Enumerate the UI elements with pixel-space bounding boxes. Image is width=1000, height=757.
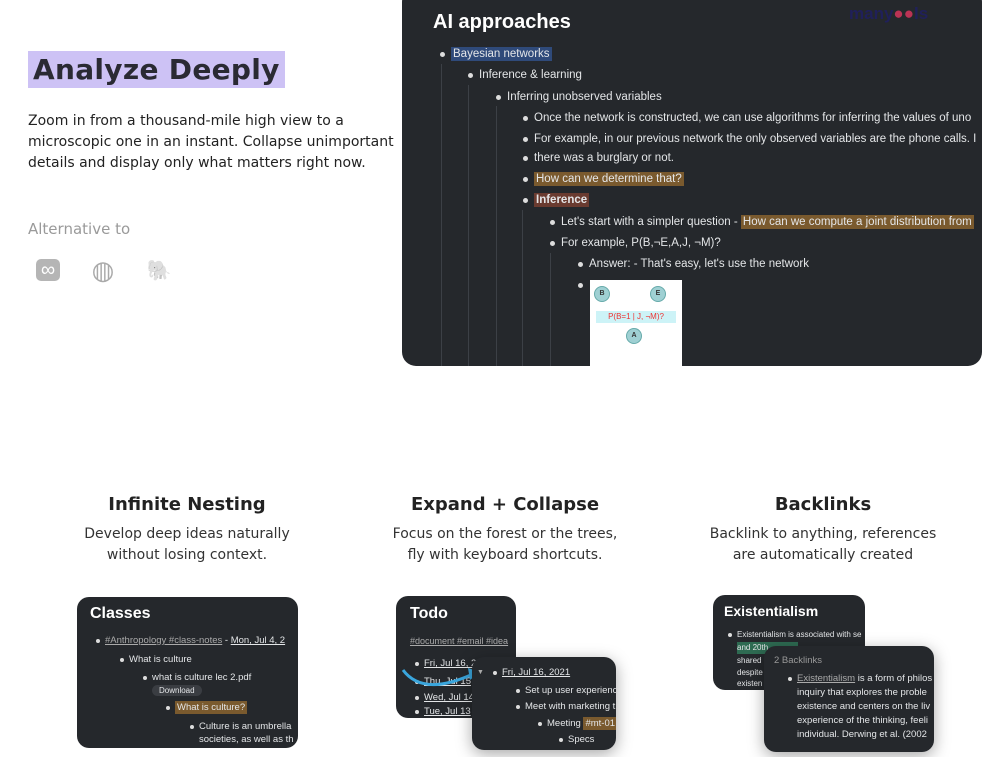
outline-row[interactable]: Inferring unobserved variables [496,90,662,105]
outline-row[interactable]: For example, in our previous network the… [522,132,976,147]
outline-row-continued: there was a burglary or not. [523,152,674,164]
basketball-icon[interactable]: ◍ [90,255,116,285]
list-item[interactable]: What is culture? [165,701,248,714]
list-item[interactable]: Tue, Jul 13 [415,706,471,718]
todo-preview-expanded: ▼ Fri, Jul 16, 2021 Set up user experien… [472,657,616,750]
feature-description: Focus on the forest or the trees, fly wi… [392,526,618,563]
list-item[interactable]: what is culture lec 2.pdf [142,672,251,684]
download-button[interactable]: Download [152,685,202,696]
outline-row[interactable]: How can we determine that? [523,172,684,187]
outline-row[interactable]: For example, P(B,¬E,A,J, ¬M)? [550,236,721,251]
list-item[interactable]: Culture is an umbrella [189,721,291,733]
outline-row[interactable]: Answer: - That's easy, let's use the net… [577,257,809,272]
feature-title: Expand + Collapse [410,494,600,515]
list-item[interactable]: Meet with marketing t [515,701,615,713]
outline-row[interactable]: Bayesian networks [440,47,552,62]
bayesian-network-image: B E P(B=1 | J, ¬M)? A [590,280,682,366]
hero-description: Zoom in from a thousand-mile high view t… [28,113,394,171]
outline-row[interactable]: Inference & learning [468,68,582,83]
list-item[interactable]: What is culture [120,654,192,666]
list-item[interactable]: Fri, Jul 16, 2021 [492,667,570,679]
classes-preview: Classes #Anthropology #class-notes - Mon… [77,597,298,748]
feature-description: Develop deep ideas naturally without los… [84,526,290,563]
outline-row[interactable]: Inference [522,193,590,208]
outline-row[interactable]: Let's start with a simpler question - Ho… [550,215,974,230]
alternative-label: Alternative to [28,220,131,238]
infinity-icon[interactable]: ∞ [36,259,60,281]
alternatives-list: ∞ ◍ 🐘 [36,255,172,285]
backlink-item[interactable]: Existentialism is a form of philos [787,673,932,685]
list-item[interactable]: #Anthropology #class-notes - Mon, Jul 4,… [95,635,285,647]
list-item[interactable]: Meeting #mt-01 [537,717,616,730]
outline-title: AI approaches [433,11,571,33]
feature-title: Backlinks [774,494,872,515]
backlinks-panel: 2 Backlinks Existentialism is a form of … [764,646,934,752]
outline-preview: AI approaches many●●ls Bayesian networks… [402,0,982,366]
evernote-elephant-icon[interactable]: 🐘 [146,257,172,283]
backlinks-count: 2 Backlinks [774,655,823,666]
feature-description: Backlink to anything, references are aut… [709,526,937,563]
collapse-toggle-icon[interactable]: ▼ [477,667,484,679]
hero-title: Analyze Deeply [28,51,285,88]
feature-title: Infinite Nesting [108,494,266,515]
outline-row[interactable]: Once the network is constructed, we can … [522,111,971,126]
list-item[interactable]: Specs [558,734,594,746]
list-item[interactable]: Set up user experienc [515,685,616,697]
manytools-logo: many●●ls [849,4,929,23]
